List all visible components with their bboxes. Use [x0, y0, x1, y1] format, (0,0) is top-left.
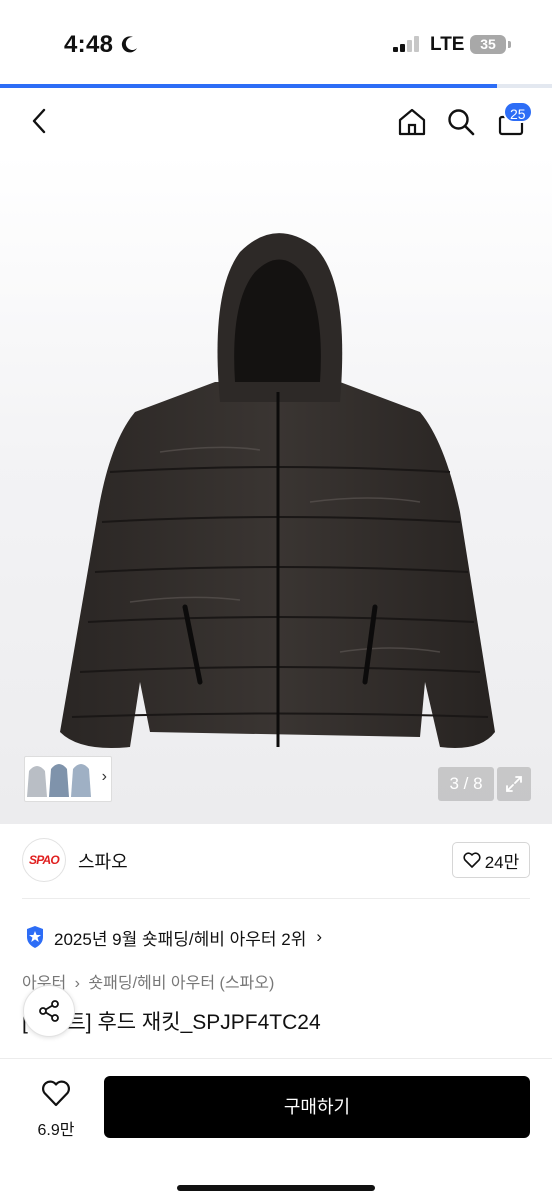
expand-icon: [506, 776, 522, 792]
battery-level: 35: [480, 36, 496, 52]
heart-icon: [42, 1080, 70, 1107]
chevron-left-icon: [32, 108, 46, 134]
battery-tip: [508, 41, 511, 48]
network-type: LTE: [430, 34, 465, 55]
divider: [22, 898, 530, 899]
status-time: 4:48: [64, 31, 114, 58]
share-icon: [39, 1000, 59, 1022]
breadcrumb-category[interactable]: 숏패딩/헤비 아우터 (스파오): [88, 975, 274, 992]
share-button[interactable]: [23, 985, 75, 1037]
image-counter: 3 / 8: [438, 767, 494, 801]
ranking-link[interactable]: 2025년 9월 숏패딩/헤비 아우터 2위 ›: [24, 924, 322, 950]
signal-icon: [393, 36, 419, 52]
buy-button[interactable]: 구매하기: [104, 1076, 530, 1138]
thumbnail-jackets-image: [27, 764, 91, 797]
search-icon: [448, 109, 475, 136]
ranking-text: 2025년 9월 숏패딩/헤비 아우터 2위: [54, 929, 307, 949]
chevron-right-icon: ›: [101, 768, 107, 785]
like-count: 6.9만: [37, 1122, 75, 1139]
brand-like-button[interactable]: 24만: [452, 842, 530, 878]
battery-icon: 35: [470, 35, 506, 54]
brand-logo[interactable]: SPAO: [22, 838, 66, 882]
product-image-gallery[interactable]: › 3 / 8: [0, 154, 552, 824]
product-image-jacket: [60, 233, 495, 748]
fullscreen-button[interactable]: [497, 767, 531, 801]
search-button[interactable]: [441, 102, 481, 142]
cart-count-badge: 25: [503, 101, 533, 123]
brand-row: SPAO 스파오 24만: [0, 824, 552, 898]
brand-like-count: 24만: [484, 852, 520, 872]
breadcrumb-separator: ›: [74, 975, 80, 992]
home-icon: [398, 108, 426, 136]
home-button[interactable]: [392, 102, 432, 142]
heart-icon: [463, 852, 481, 868]
moon-icon: [121, 36, 137, 53]
top-nav: [0, 88, 552, 154]
chevron-right-icon: ›: [316, 927, 323, 946]
like-button[interactable]: 6.9만: [26, 1079, 86, 1139]
back-button[interactable]: [20, 101, 60, 141]
brand-name[interactable]: 스파오: [78, 848, 128, 874]
ranking-badge-icon: [27, 926, 43, 948]
bottom-action-bar: 6.9만 구매하기: [0, 1058, 552, 1200]
brand-logo-text: SPAO: [29, 853, 60, 867]
home-indicator: [177, 1185, 375, 1191]
status-bar: 4:48 LTE 35: [0, 0, 552, 86]
color-thumbnail-strip[interactable]: ›: [24, 756, 112, 802]
